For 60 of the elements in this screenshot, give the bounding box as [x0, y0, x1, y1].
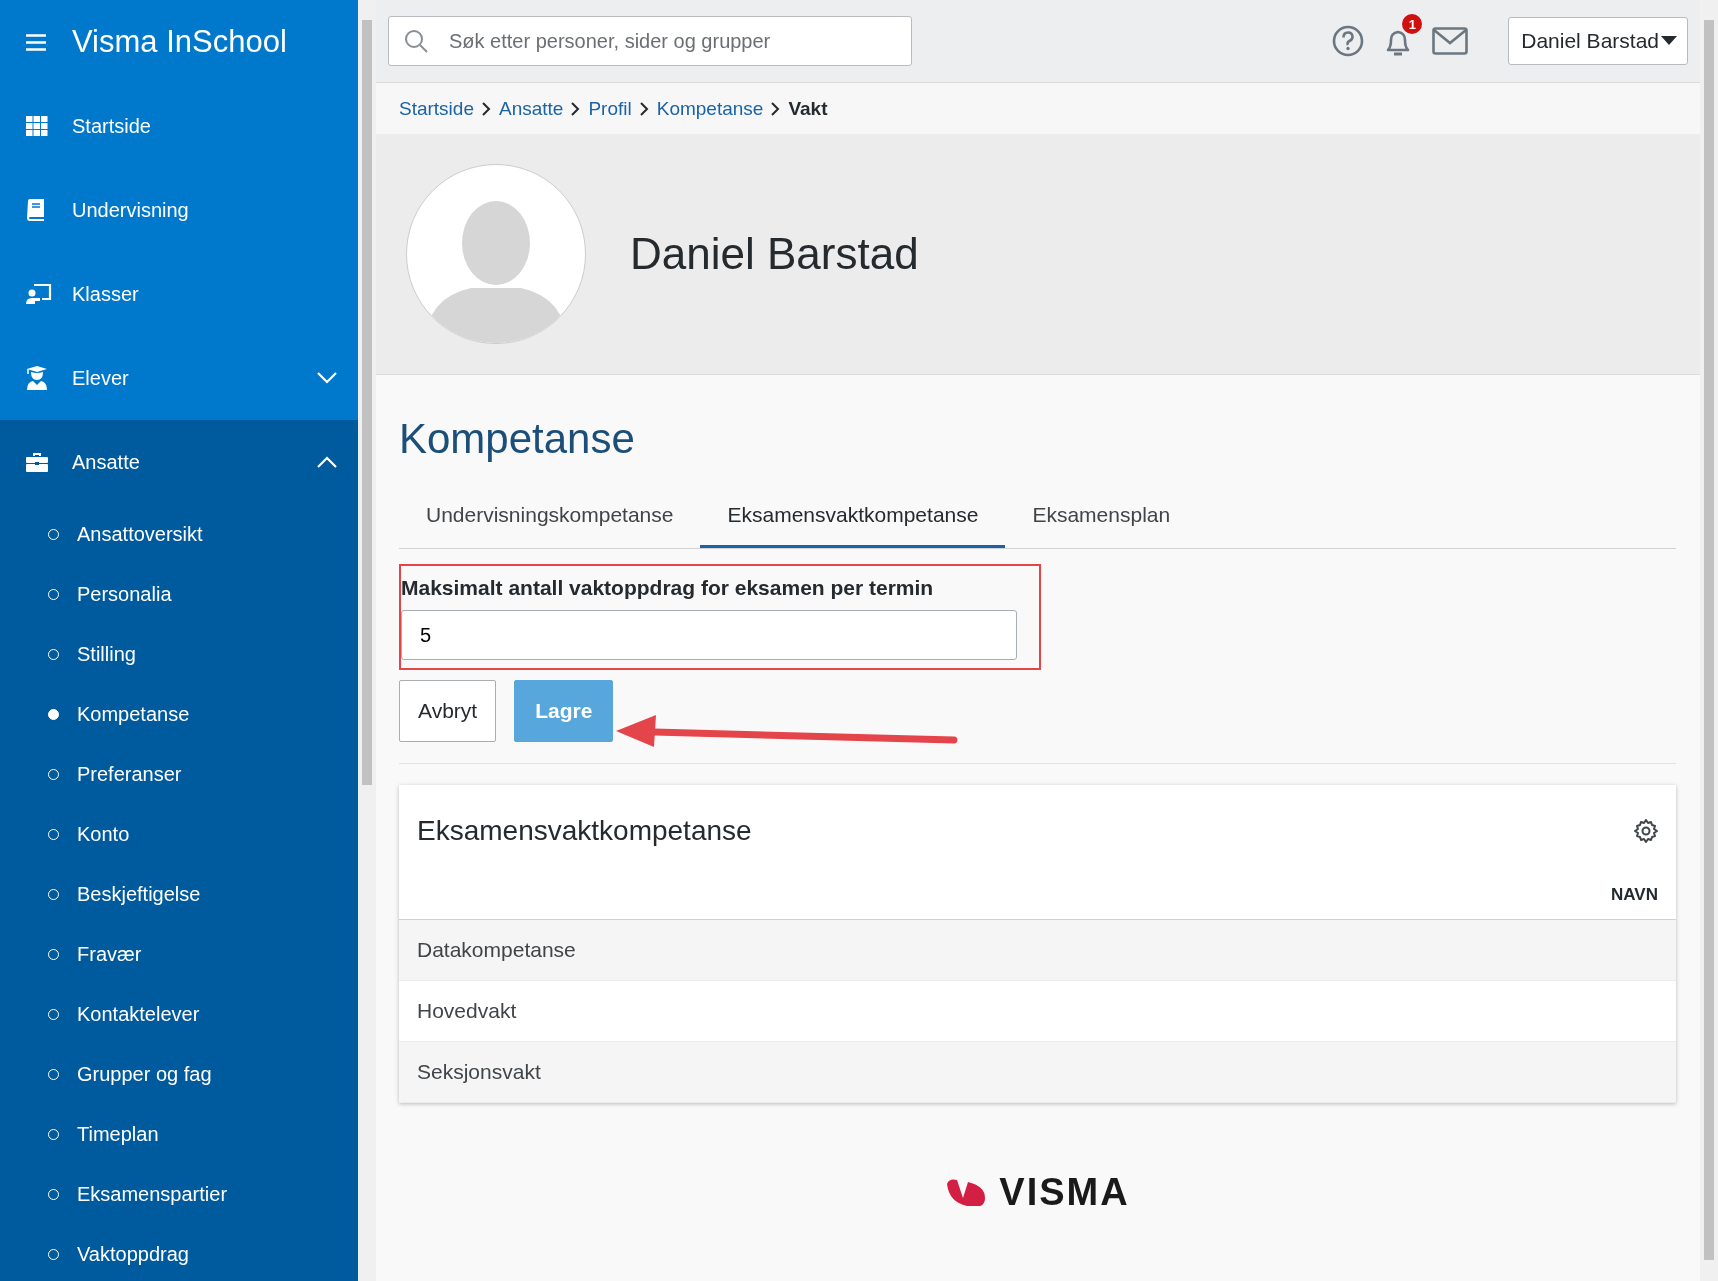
menu-icon [26, 33, 46, 51]
menu-button[interactable] [26, 33, 46, 51]
sidebar-item[interactable]: Elever [0, 336, 358, 420]
help-icon[interactable] [1332, 25, 1365, 57]
field-label: Maksimalt antall vaktoppdrag for eksamen per termin [401, 576, 935, 600]
sidebar-subitem[interactable]: Preferanser [0, 744, 358, 804]
briefcase-icon [26, 452, 48, 472]
sidebar-item[interactable]: Klasser [0, 252, 358, 336]
logo-swoosh-icon [945, 1178, 988, 1206]
profile-name: Daniel Barstad [630, 229, 919, 279]
sidebar-subitem[interactable]: Personalia [0, 564, 358, 624]
sidebar-subitem[interactable]: Grupper og fag [0, 1044, 358, 1104]
sidebar-subitem[interactable]: Konto [0, 804, 358, 864]
chevron-up-icon [316, 455, 338, 469]
breadcrumb-current: Vakt [788, 97, 828, 120]
sidebar-subitem[interactable]: Fravær [0, 924, 358, 984]
sidebar-item[interactable]: Startside [0, 84, 358, 168]
input-field[interactable]: 5 [401, 610, 1017, 660]
sidebar-subitem[interactable]: Ansattoversikt [0, 504, 358, 564]
teacher-board-icon [26, 283, 52, 305]
logo-wordmark: VISMA [999, 1170, 1130, 1214]
app-title: Visma InSchool [72, 24, 287, 60]
book-icon [26, 199, 46, 221]
cancel-button[interactable]: Avbryt [399, 680, 497, 742]
table-cell: Seksjonsvakt [399, 1042, 1676, 1103]
search-field[interactable]: Søk etter personer, sider og grupper [388, 16, 912, 66]
sidebar-subitem[interactable]: Stilling [0, 624, 358, 684]
settings-icon[interactable] [1634, 819, 1658, 843]
tab[interactable]: Undervisningskompetanse [399, 485, 701, 548]
breadcrumb-link[interactable]: Profil [588, 97, 632, 120]
scrollbar[interactable] [358, 0, 376, 1281]
sidebar-subitem[interactable]: Kontaktelever [0, 984, 358, 1044]
breadcrumb-link[interactable]: Startside [399, 97, 474, 120]
sidebar-item[interactable]: Undervisning [0, 168, 358, 252]
page-heading: Kompetanse [399, 415, 636, 463]
sidebar-subitem[interactable]: Kompetanse [0, 684, 358, 744]
chevron-down-icon [316, 371, 338, 385]
caret-icon [1661, 36, 1677, 46]
search-icon [404, 29, 428, 53]
chevron-right-icon [639, 101, 649, 116]
sidebar-subitem[interactable]: Eksamenspartier [0, 1164, 358, 1224]
chevron-right-icon [571, 101, 581, 116]
tab[interactable]: Eksamensplan [1005, 485, 1198, 548]
card-title: Eksamensvaktkompetanse [417, 815, 752, 847]
table-cell: Datakompetanse [399, 920, 1676, 981]
sidebar-subitem[interactable]: Vaktoppdrag [0, 1224, 358, 1281]
mail-icon[interactable] [1432, 27, 1469, 55]
notification-badge: 1 [1402, 14, 1423, 34]
graduate-icon [26, 366, 48, 390]
chevron-right-icon [482, 101, 491, 116]
scrollbar[interactable] [1700, 0, 1718, 1281]
breadcrumb-link[interactable]: Kompetanse [656, 97, 764, 120]
breadcrumb-link[interactable]: Ansatte [499, 97, 564, 120]
sidebar-subitem[interactable]: Beskjeftigelse [0, 864, 358, 924]
chevron-right-icon [771, 101, 781, 116]
tab[interactable]: Eksamensvaktkompetanse [700, 485, 1006, 548]
user-menu-button[interactable]: Daniel Barstad [1508, 17, 1688, 65]
column-header[interactable]: NAVN [1611, 885, 1658, 905]
grid-icon [26, 116, 48, 136]
sidebar-subitem[interactable]: Timeplan [0, 1104, 358, 1164]
